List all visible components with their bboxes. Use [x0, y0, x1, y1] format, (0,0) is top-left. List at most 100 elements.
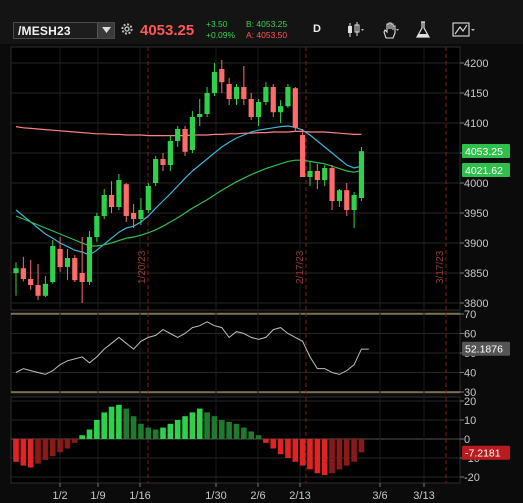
histogram-bar [167, 423, 174, 439]
candle-body [13, 268, 19, 273]
expiration-label: 1/20/23 [137, 250, 148, 284]
histogram-bar [182, 416, 188, 439]
bid-ask: B: 4053.25 A: 4053.50 [246, 19, 287, 41]
histogram-bar [57, 439, 63, 453]
histogram-bar [248, 431, 254, 439]
candle-body [20, 268, 26, 279]
candle-body [255, 102, 262, 117]
candle-body [50, 246, 56, 282]
candle-body [263, 87, 269, 102]
histogram-bar [123, 408, 130, 439]
x-tick-label: 1/30 [205, 490, 226, 502]
histogram-bar [211, 416, 218, 439]
candle-body [131, 213, 137, 219]
histogram-bar [336, 439, 343, 470]
symbol-selector[interactable]: /MESH23 [13, 22, 115, 39]
y-tick-label: 10 [464, 415, 476, 427]
candle-body [204, 93, 210, 114]
candle-body [72, 258, 78, 281]
net-change: +3.50 [206, 19, 228, 29]
chart-area[interactable]: 1/20/232/17/233/17/23 420041504100405040… [0, 44, 523, 503]
histogram-bar [94, 420, 100, 439]
histogram-bar [314, 439, 321, 474]
candle-body [145, 186, 151, 210]
histogram-bar [226, 421, 232, 439]
histogram-bar [35, 439, 41, 464]
histogram-bar [42, 439, 49, 460]
expiration-label: 2/17/23 [295, 250, 306, 284]
chevron-down-icon[interactable] [97, 23, 114, 38]
candle-body [57, 249, 63, 267]
y-tick-label: 3950 [464, 208, 488, 220]
price-label-text: 4053.25 [465, 146, 503, 158]
histogram-bar [138, 423, 144, 439]
candle-body [292, 88, 298, 128]
histogram-bar [108, 406, 115, 439]
candle-body [314, 171, 320, 180]
y-tick-label: 4000 [464, 178, 488, 190]
y-tick-label: 0 [464, 434, 470, 446]
candle-body [28, 279, 34, 285]
histogram-bar [196, 408, 203, 439]
histogram-bar [307, 439, 313, 470]
candles-icon[interactable] [345, 20, 365, 40]
aggregation-button[interactable]: D [308, 20, 328, 40]
flask-icon[interactable] [414, 20, 434, 40]
price-change: +3.50 +0.09% [206, 19, 235, 41]
candle-body [79, 273, 85, 282]
candle-body [351, 195, 357, 210]
histogram-bar [72, 439, 78, 443]
candle-body [101, 195, 107, 216]
candle-body [86, 237, 93, 282]
candle-body [211, 72, 218, 93]
x-tick-label: 1/2 [52, 490, 67, 502]
candle-body [197, 114, 203, 117]
histogram-bar [101, 412, 107, 439]
aggregation-label: D [313, 23, 321, 35]
y-tick-label: 3900 [464, 238, 488, 250]
candle-body [270, 87, 276, 113]
histogram-bar [20, 439, 27, 466]
drawing-tools-icon[interactable] [452, 20, 476, 40]
candle-body [336, 190, 342, 201]
histogram-bar [152, 429, 159, 439]
candle-body [189, 117, 195, 150]
histogram-bar [86, 429, 93, 439]
histogram-bar [145, 427, 152, 439]
histogram-bar [241, 427, 247, 439]
hand-icon[interactable] [380, 20, 400, 40]
candle-body [94, 216, 100, 237]
price-label-text: -7.2181 [465, 448, 501, 460]
histogram-bar [255, 435, 262, 439]
x-tick-label: 1/16 [129, 490, 150, 502]
histogram-bar [285, 439, 291, 458]
bid-price: B: 4053.25 [246, 19, 288, 29]
x-tick-label: 3/13 [413, 490, 434, 502]
price-pane[interactable] [10, 46, 461, 311]
x-tick-label: 2/13 [289, 490, 310, 502]
y-tick-label: 40 [464, 368, 476, 380]
candle-body [219, 69, 225, 83]
candle-body [138, 210, 144, 219]
histogram-pane[interactable] [10, 396, 461, 484]
histogram-bar [174, 420, 181, 439]
candle-body [42, 283, 48, 296]
candle-body [167, 141, 173, 165]
candle-body [64, 258, 71, 267]
gear-icon[interactable] [120, 22, 134, 36]
histogram-bar [189, 412, 196, 439]
price-label-text: 52.1876 [465, 344, 503, 356]
y-tick-label: 3850 [464, 268, 488, 280]
y-tick-label: 4100 [464, 118, 488, 130]
y-tick-label: 4200 [464, 58, 488, 70]
candle-body [226, 84, 232, 99]
expiration-label: 3/17/23 [435, 250, 446, 284]
x-tick-label: 1/9 [90, 490, 105, 502]
histogram-bar [233, 423, 240, 439]
histogram-bar [219, 420, 225, 439]
histogram-bar [79, 435, 85, 439]
histogram-bar [351, 439, 357, 462]
candle-body [278, 106, 284, 113]
histogram-bar [64, 439, 71, 449]
histogram-bar [270, 439, 277, 449]
